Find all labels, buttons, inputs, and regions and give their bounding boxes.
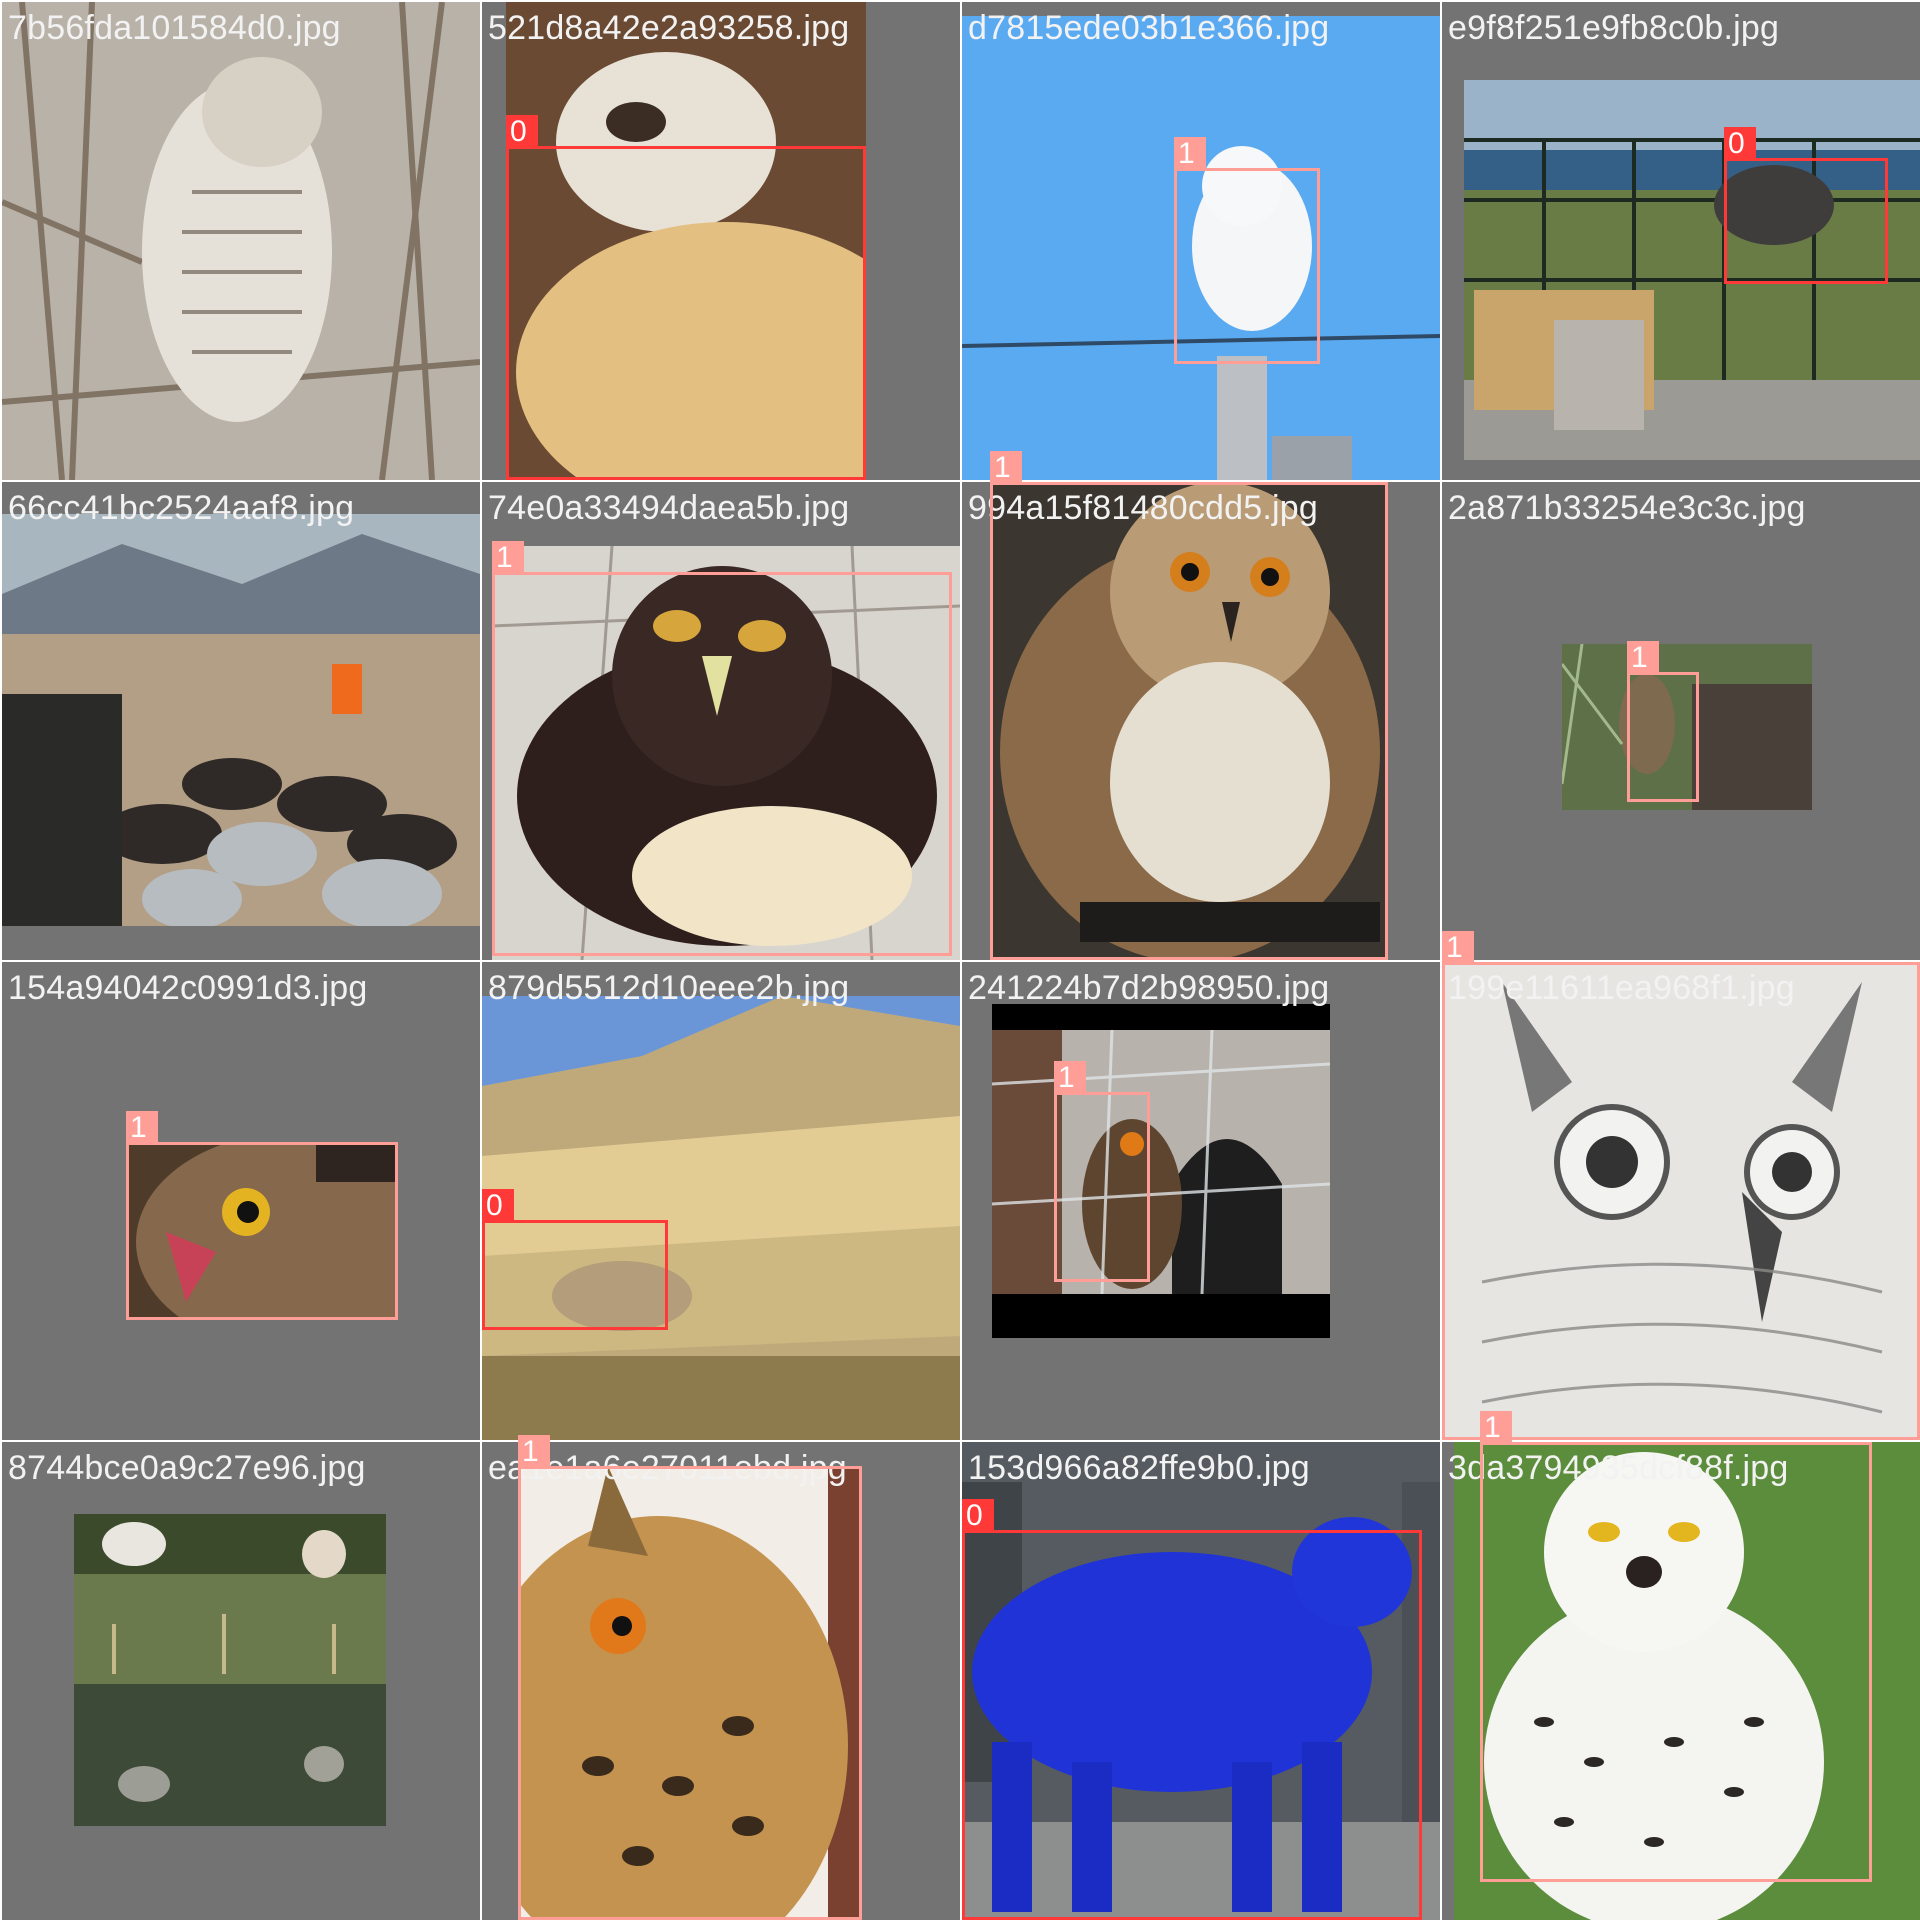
box-label: 1 [1480, 1411, 1512, 1445]
image-tile[interactable]: 1 2a871b33254e3c3c.jpg [1442, 482, 1920, 960]
image-tile[interactable]: 1 994a15f81480cdd5.jpg [962, 451, 1440, 960]
box-label: 1 [518, 1435, 550, 1469]
image-filename: 2a871b33254e3c3c.jpg [1448, 489, 1806, 527]
detection-box[interactable]: 0 [1724, 127, 1888, 284]
sheep-flock-image [2, 514, 480, 926]
detection-box[interactable]: 1 [492, 541, 952, 956]
detection-box[interactable]: 1 [1442, 931, 1920, 1440]
detection-box[interactable]: 1 [518, 1435, 862, 1920]
box-label: 1 [1442, 931, 1474, 965]
image-tile[interactable]: 7b56fda101584d0.jpg [2, 2, 480, 480]
image-tile[interactable]: 0 521d8a42e2a93258.jpg [482, 2, 960, 480]
image-tile[interactable]: 1 154a94042c0991d3.jpg [2, 962, 480, 1440]
detection-box[interactable]: 1 [126, 1111, 398, 1320]
box-label: 0 [962, 1499, 994, 1533]
detection-box[interactable]: 0 [482, 1189, 668, 1330]
image-tile[interactable]: 0 153d966a82ffe9b0.jpg [962, 1442, 1440, 1920]
box-label: 0 [482, 1189, 514, 1223]
box-label: 1 [492, 541, 524, 575]
image-filename: 879d5512d10eee2b.jpg [488, 969, 850, 1007]
detection-box[interactable]: 1 [1480, 1411, 1872, 1882]
image-filename: 66cc41bc2524aaf8.jpg [8, 489, 355, 527]
image-tile[interactable]: 1 199e11611ea968f1.jpg [1442, 931, 1920, 1440]
image-tile[interactable]: 1 d7815ede03b1e366.jpg [962, 2, 1440, 480]
box-label: 1 [1174, 137, 1206, 171]
image-filename: 241224b7d2b98950.jpg [968, 969, 1330, 1007]
sheep-image [74, 1514, 386, 1826]
box-label: 1 [990, 451, 1022, 485]
hillside-image [482, 996, 960, 1440]
box-label: 1 [1627, 641, 1659, 675]
detection-box[interactable]: 1 [990, 451, 1388, 960]
image-tile[interactable]: 8744bce0a9c27e96.jpg [2, 1442, 480, 1920]
image-filename: 74e0a33494daea5b.jpg [488, 489, 850, 527]
image-tile[interactable]: 1 241224b7d2b98950.jpg [962, 962, 1440, 1440]
image-filename: 153d966a82ffe9b0.jpg [968, 1449, 1310, 1487]
owl-image [992, 1004, 1330, 1338]
mosaic-grid: 7b56fda101584d0.jpg 0 521d8a42e2a93258.j… [0, 0, 1920, 1920]
detection-box[interactable]: 0 [506, 115, 866, 480]
image-tile[interactable]: 0 879d5512d10eee2b.jpg [482, 962, 960, 1440]
detection-box[interactable]: 0 [962, 1499, 1422, 1920]
image-filename: e9f8f251e9fb8c0b.jpg [1448, 9, 1780, 47]
box-label: 0 [1724, 127, 1756, 161]
image-filename: 8744bce0a9c27e96.jpg [8, 1449, 366, 1487]
image-tile[interactable]: 1 3da3794935dcf88f.jpg [1442, 1411, 1920, 1920]
image-filename: 154a94042c0991d3.jpg [8, 969, 368, 1007]
image-tile[interactable]: 1 ea1e1a6e27011ebd.jpg [482, 1435, 960, 1920]
owl-image [2, 2, 480, 480]
box-label: 1 [126, 1111, 158, 1145]
image-filename: 521d8a42e2a93258.jpg [488, 9, 850, 47]
image-filename: d7815ede03b1e366.jpg [968, 9, 1330, 47]
box-label: 0 [506, 115, 538, 149]
image-tile[interactable]: 0 e9f8f251e9fb8c0b.jpg [1442, 2, 1920, 480]
image-tile[interactable]: 1 74e0a33494daea5b.jpg [482, 482, 960, 960]
box-label: 1 [1054, 1061, 1086, 1095]
image-filename: 7b56fda101584d0.jpg [8, 9, 341, 47]
image-tile[interactable]: 66cc41bc2524aaf8.jpg [2, 482, 480, 960]
detection-box[interactable]: 1 [1054, 1061, 1150, 1282]
detection-box[interactable]: 1 [1174, 137, 1320, 364]
detection-box[interactable]: 1 [1627, 641, 1699, 802]
